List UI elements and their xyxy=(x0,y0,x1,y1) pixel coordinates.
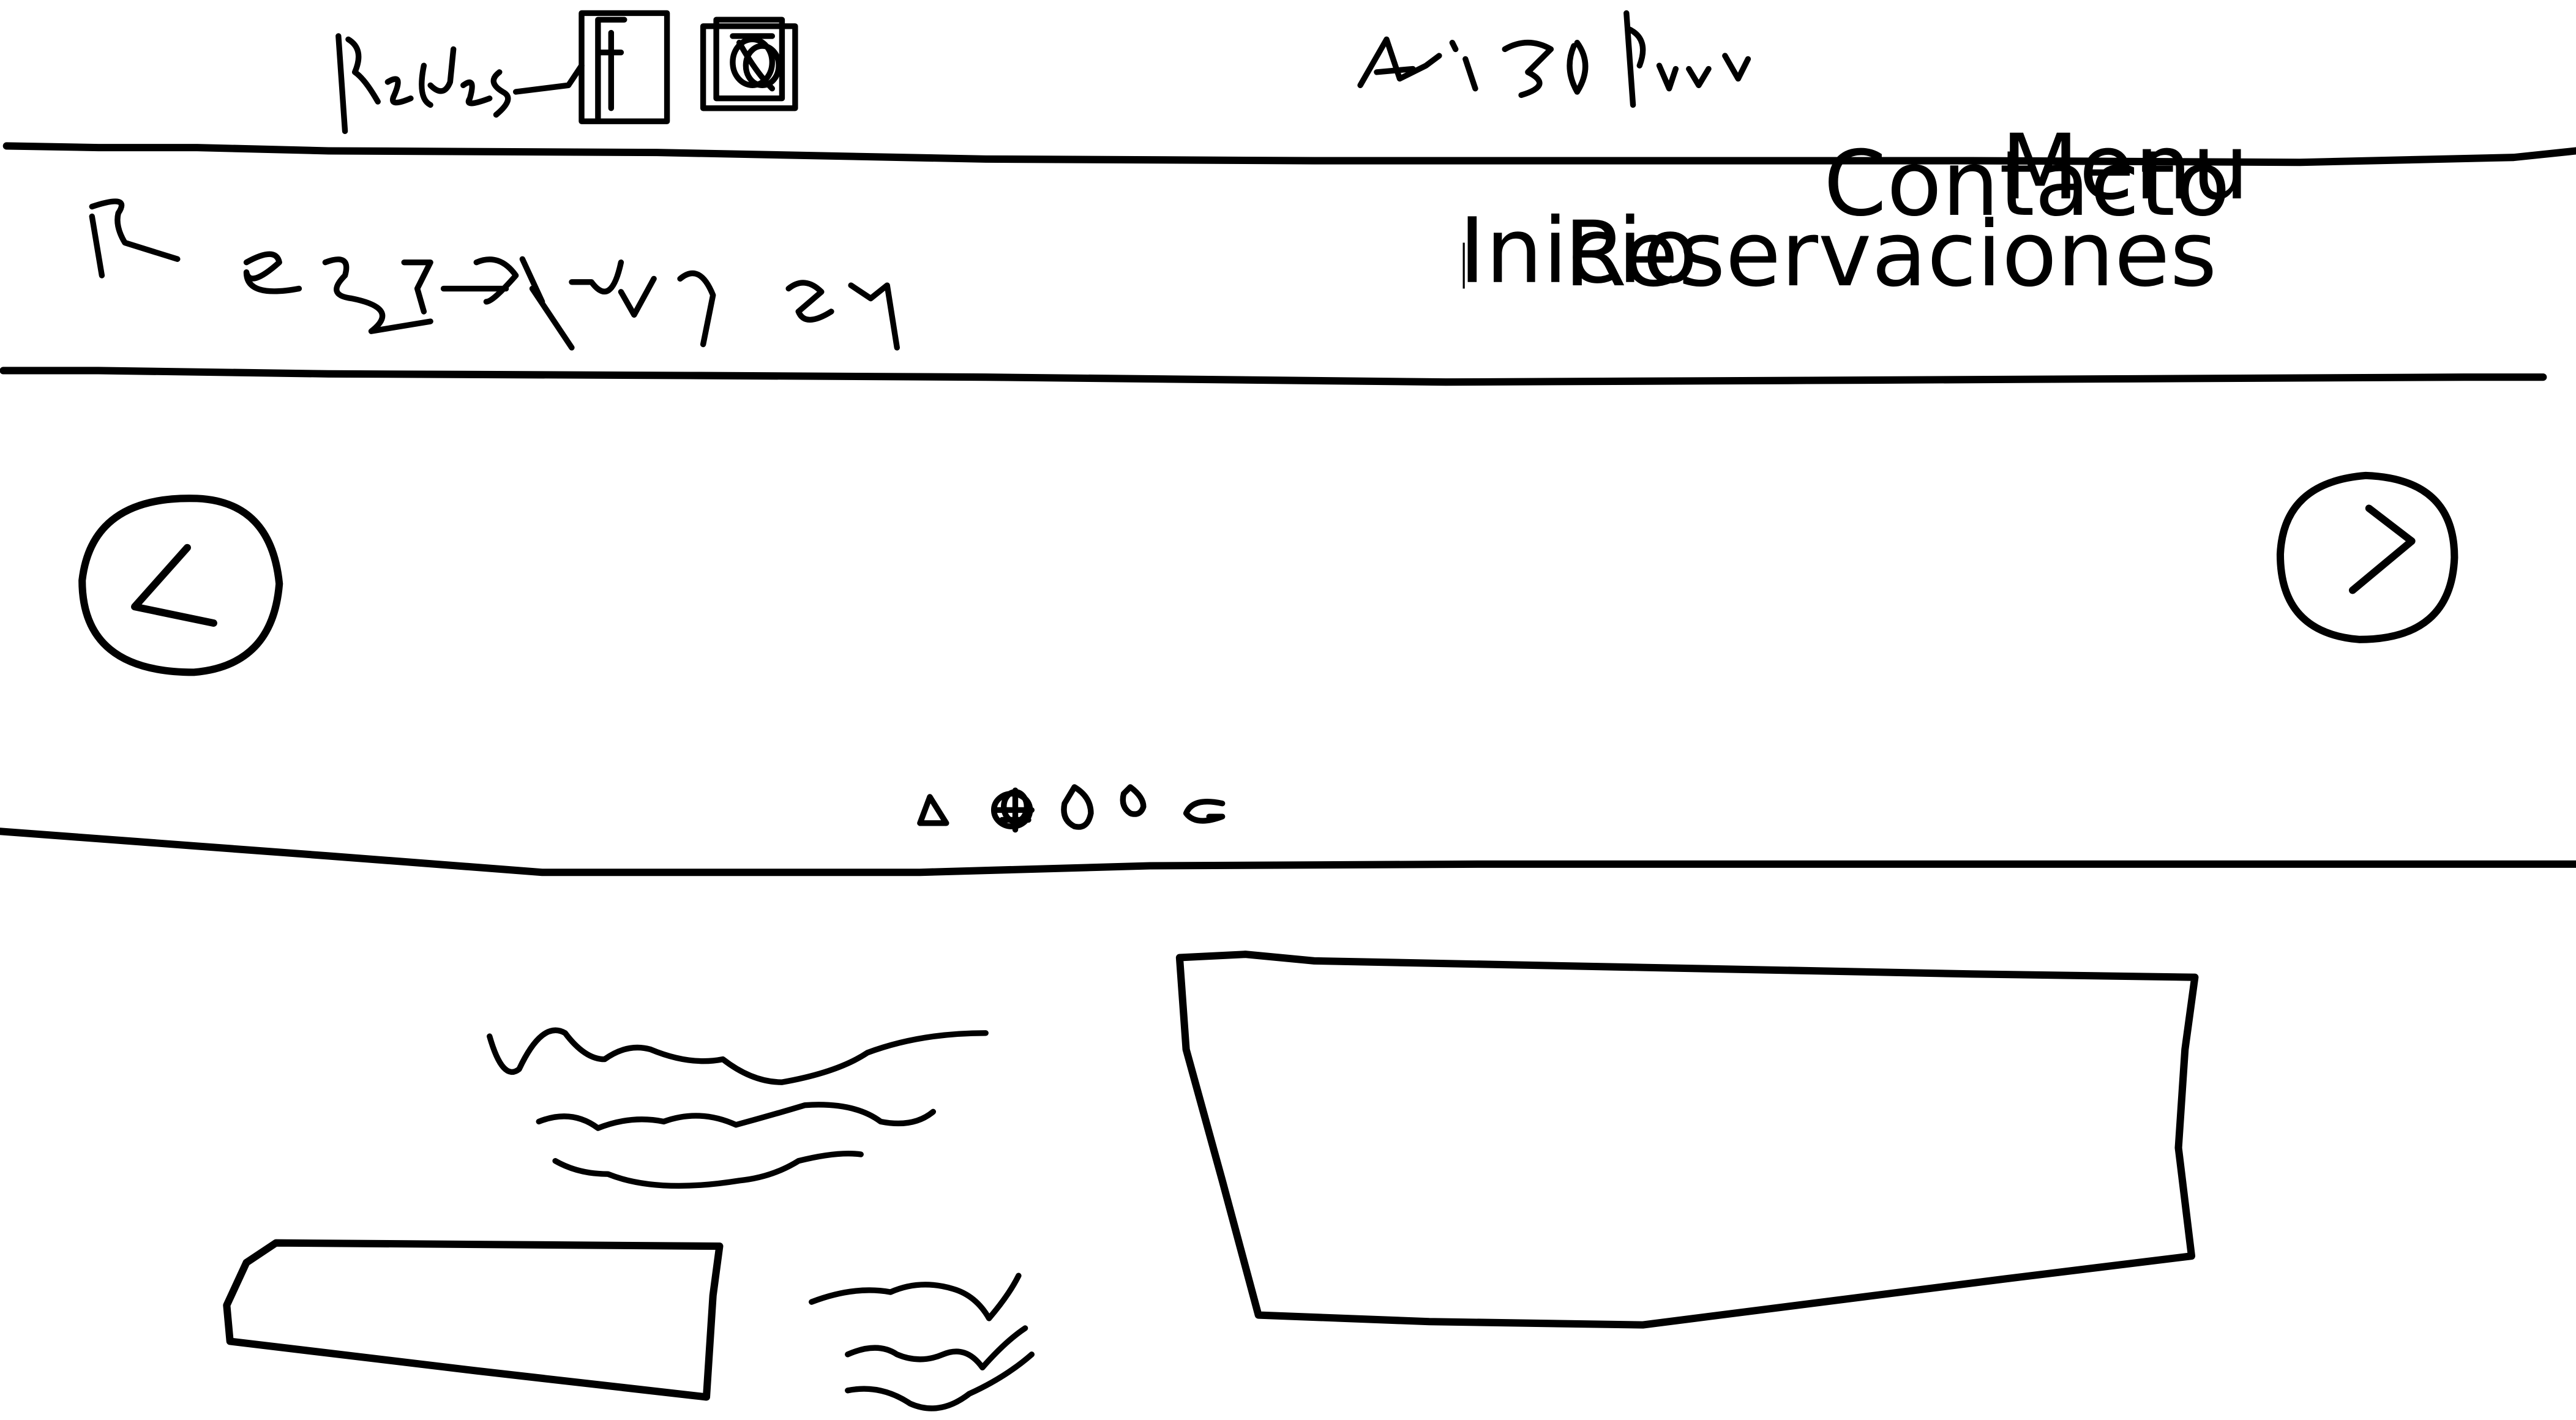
next-button-circle xyxy=(2276,471,2458,643)
social-label-scribble xyxy=(335,33,585,135)
text-line-1 xyxy=(487,1027,989,1085)
carousel-prev-button[interactable] xyxy=(78,495,283,676)
divider-header xyxy=(0,367,2547,386)
secondary-text-block xyxy=(809,1272,1035,1411)
intro-text-block xyxy=(487,1027,989,1189)
top-bar xyxy=(335,10,1751,135)
carousel-dot-4[interactable] xyxy=(1120,784,1147,817)
privacy-notice-link[interactable] xyxy=(1357,10,1751,108)
carousel-dot-2[interactable] xyxy=(990,787,1035,833)
content-image-large[interactable] xyxy=(1175,951,2199,1329)
hero-carousel xyxy=(78,471,2458,833)
text-line-5 xyxy=(845,1325,1028,1370)
divider-hero xyxy=(0,828,2576,876)
restaurant-logo[interactable] xyxy=(89,198,900,351)
carousel-dot-3[interactable] xyxy=(1061,784,1094,830)
instagram-icon[interactable] xyxy=(700,17,798,111)
text-line-2 xyxy=(536,1102,937,1131)
prev-button-circle xyxy=(78,495,283,676)
nav-item-menu[interactable]: Menu xyxy=(2001,114,2249,220)
nav-label-menu: Menu xyxy=(2001,114,2249,220)
chevron-right-icon xyxy=(2348,504,2416,594)
text-line-4 xyxy=(809,1272,1022,1321)
facebook-icon[interactable] xyxy=(578,10,670,124)
carousel-dot-1[interactable] xyxy=(917,794,949,826)
carousel-dot-5[interactable] xyxy=(1183,799,1226,824)
content-section xyxy=(223,951,2199,1411)
wireframe-sketch: Inicio Reservaciones Contacto Menu xyxy=(0,10,2576,1411)
text-line-6 xyxy=(845,1351,1035,1411)
carousel-next-button[interactable] xyxy=(2276,471,2458,643)
carousel-indicators xyxy=(917,784,1226,833)
content-image-small[interactable] xyxy=(223,1239,724,1401)
text-line-3 xyxy=(552,1150,864,1189)
chevron-left-icon xyxy=(131,544,217,627)
